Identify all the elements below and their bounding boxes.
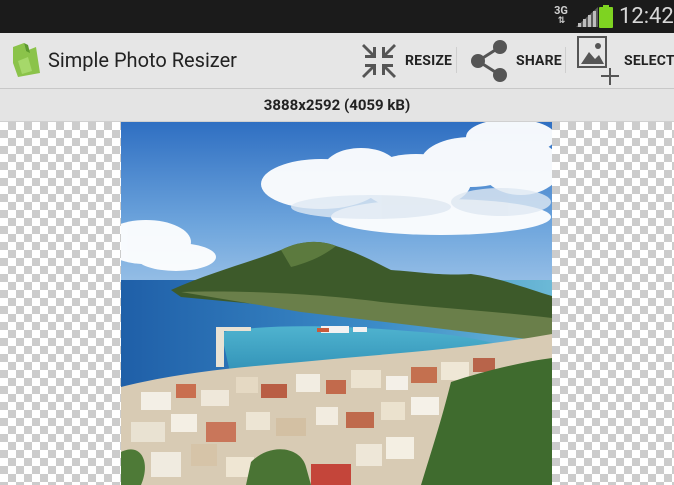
signal-icon <box>576 7 598 27</box>
select-label: SELECT <box>624 52 674 69</box>
network-indicator: 3G ⇅ <box>553 5 569 29</box>
share-label: SHARE <box>516 52 562 69</box>
battery-icon <box>599 5 613 28</box>
action-divider <box>456 47 457 73</box>
app-photo-icon[interactable] <box>10 41 42 79</box>
network-type-label: 3G <box>554 4 568 17</box>
photo-preview[interactable] <box>121 122 552 485</box>
image-dimensions: 3888x2592 (4059 kB) <box>263 96 411 114</box>
resize-button[interactable]: RESIZE <box>362 33 452 88</box>
app-title: Simple Photo Resizer <box>48 48 237 72</box>
resize-icon <box>362 43 396 78</box>
share-button[interactable]: SHARE <box>470 33 562 88</box>
image-canvas <box>0 122 674 485</box>
share-icon <box>471 39 507 82</box>
select-button[interactable]: SELECT <box>576 33 674 88</box>
add-image-icon <box>577 36 619 85</box>
action-divider <box>565 47 566 73</box>
status-bar: 3G ⇅ 12:42 <box>0 0 674 33</box>
clock: 12:42 <box>619 4 674 29</box>
landscape-photo <box>121 122 552 485</box>
action-bar: Simple Photo Resizer RESIZE SHARE SELECT <box>0 33 674 89</box>
data-arrows-icon: ⇅ <box>557 16 566 26</box>
image-info-bar: 3888x2592 (4059 kB) <box>0 89 674 122</box>
resize-label: RESIZE <box>405 52 453 69</box>
